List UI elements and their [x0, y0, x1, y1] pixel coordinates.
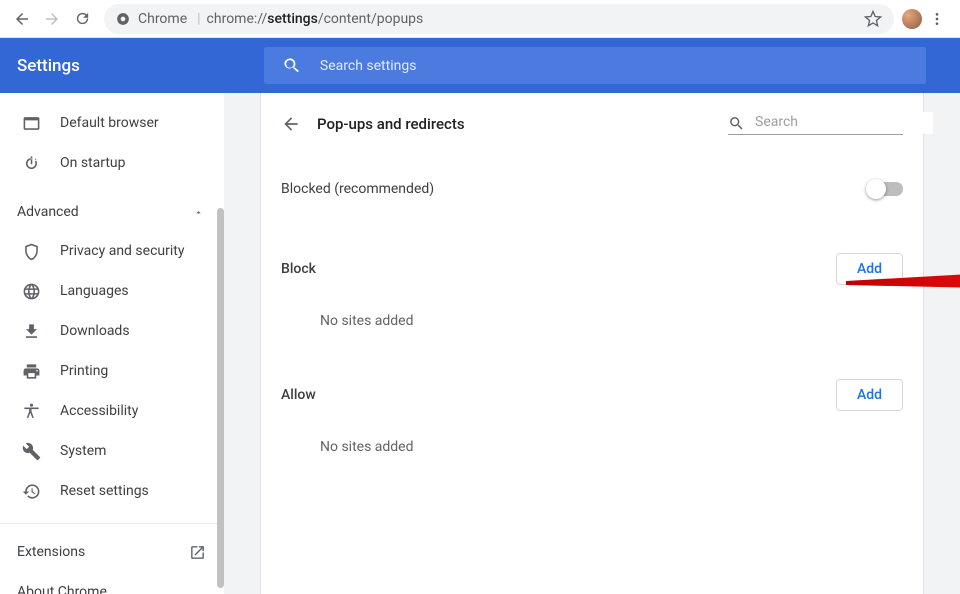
- settings-search-input[interactable]: [320, 58, 908, 74]
- main-panel-wrap: Pop-ups and redirects Blocked (recommend…: [224, 93, 960, 594]
- settings-header: Settings: [0, 38, 960, 93]
- reload-icon: [74, 10, 91, 27]
- accessibility-icon: [20, 402, 42, 421]
- sidebar-item-label: Default browser: [60, 115, 159, 131]
- add-allow-button[interactable]: Add: [836, 379, 903, 411]
- address-bar[interactable]: Chrome | chrome://settings/content/popup…: [104, 4, 894, 34]
- sidebar-section-label: Advanced: [17, 204, 79, 220]
- sidebar-item-accessibility[interactable]: Accessibility: [0, 391, 224, 431]
- panel-search-input[interactable]: [751, 112, 933, 134]
- url-bold: settings: [267, 11, 318, 27]
- sidebar-item-about[interactable]: About Chrome: [0, 572, 224, 594]
- shield-icon: [20, 242, 42, 261]
- url-pre: chrome://: [207, 11, 268, 27]
- more-vert-icon: [929, 11, 945, 27]
- print-icon: [20, 362, 42, 381]
- open-in-new-icon: [189, 544, 206, 561]
- forward-button[interactable]: [38, 5, 66, 33]
- panel-title: Pop-ups and redirects: [317, 115, 465, 133]
- block-section-label: Block: [281, 261, 316, 277]
- sidebar: Default browser On startup Advanced Priv…: [0, 93, 224, 594]
- sidebar-item-printing[interactable]: Printing: [0, 351, 224, 391]
- browser-menu-button[interactable]: [922, 4, 952, 34]
- sidebar-item-label: Accessibility: [60, 403, 138, 419]
- chevron-up-icon: [193, 207, 204, 218]
- back-button[interactable]: [8, 5, 36, 33]
- sidebar-item-label: On startup: [60, 155, 126, 171]
- sidebar-item-label: Printing: [60, 363, 108, 379]
- panel-search[interactable]: [728, 112, 903, 135]
- settings-search[interactable]: [264, 47, 926, 84]
- sidebar-item-downloads[interactable]: Downloads: [0, 311, 224, 351]
- sidebar-item-label: Privacy and security: [60, 243, 184, 259]
- search-icon: [728, 115, 745, 132]
- page-title: Settings: [17, 56, 80, 76]
- allow-section-label: Allow: [281, 387, 316, 403]
- sidebar-advanced-toggle[interactable]: Advanced: [0, 193, 224, 231]
- sidebar-item-label: Extensions: [17, 544, 85, 560]
- sidebar-item-label: Reset settings: [60, 483, 149, 499]
- profile-avatar[interactable]: [902, 9, 922, 29]
- main-panel: Pop-ups and redirects Blocked (recommend…: [260, 93, 924, 594]
- sidebar-item-languages[interactable]: Languages: [0, 271, 224, 311]
- sidebar-item-label: Downloads: [60, 323, 130, 339]
- add-block-button[interactable]: Add: [836, 253, 903, 285]
- browser-toolbar: Chrome | chrome://settings/content/popup…: [0, 0, 960, 38]
- globe-icon: [20, 282, 42, 301]
- power-icon: [20, 154, 42, 173]
- blocked-toggle-label: Blocked (recommended): [281, 181, 434, 197]
- search-icon: [282, 56, 302, 76]
- star-icon: [864, 10, 882, 28]
- allow-empty-text: No sites added: [281, 439, 903, 455]
- sidebar-item-reset[interactable]: Reset settings: [0, 471, 224, 511]
- arrow-left-icon: [13, 10, 31, 28]
- sidebar-item-label: System: [60, 443, 106, 459]
- sidebar-item-extensions[interactable]: Extensions: [0, 532, 224, 572]
- arrow-left-icon: [281, 114, 301, 134]
- sidebar-item-label: Languages: [60, 283, 129, 299]
- blocked-toggle[interactable]: [869, 182, 903, 196]
- sidebar-item-default-browser[interactable]: Default browser: [0, 103, 224, 143]
- wrench-icon: [20, 442, 42, 461]
- sidebar-item-on-startup[interactable]: On startup: [0, 143, 224, 183]
- sidebar-item-privacy[interactable]: Privacy and security: [0, 231, 224, 271]
- browser-icon: [20, 114, 42, 133]
- arrow-right-icon: [43, 10, 61, 28]
- sidebar-item-system[interactable]: System: [0, 431, 224, 471]
- url-post: /content/popups: [318, 11, 423, 27]
- bookmark-button[interactable]: [864, 10, 882, 28]
- restore-icon: [20, 482, 42, 501]
- sidebar-item-label: About Chrome: [17, 584, 107, 594]
- block-empty-text: No sites added: [281, 313, 903, 329]
- site-icon: [116, 12, 130, 26]
- toggle-knob: [866, 179, 886, 199]
- panel-back-button[interactable]: [281, 114, 301, 134]
- sidebar-scrollbar[interactable]: [217, 208, 224, 588]
- reload-button[interactable]: [68, 5, 96, 33]
- download-icon: [20, 322, 42, 341]
- url-label: Chrome: [138, 11, 187, 27]
